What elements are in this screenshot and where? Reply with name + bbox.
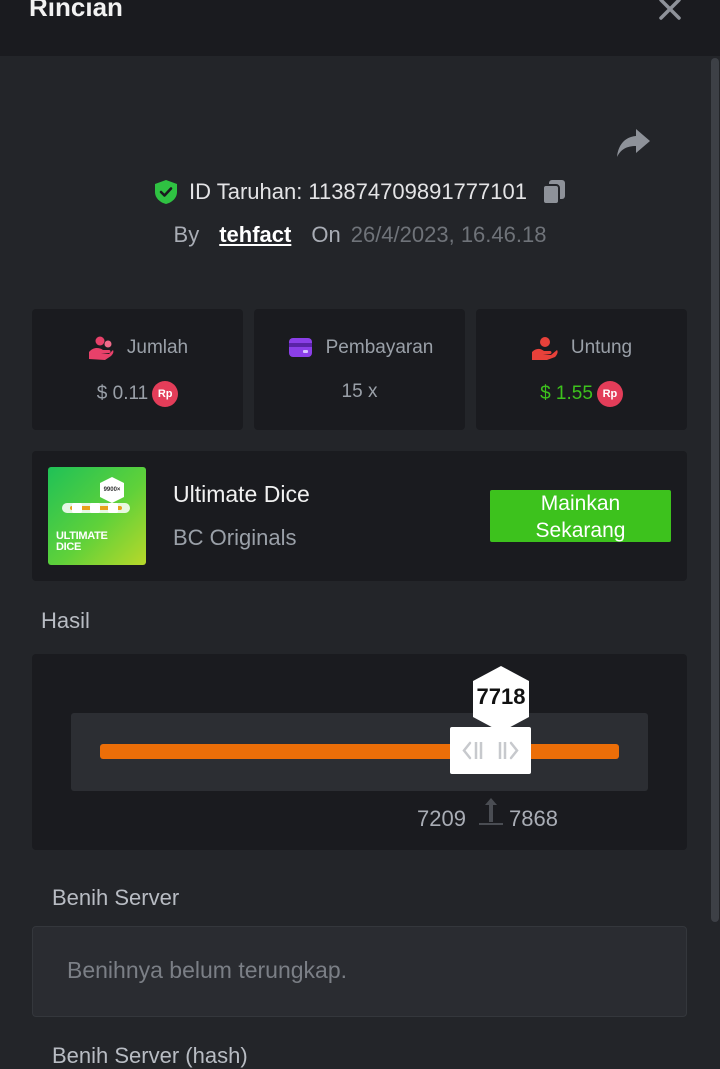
page-title: Rincian xyxy=(29,0,123,22)
stat-amount-value: $ 0.11 xyxy=(96,383,149,404)
result-panel: 7718 7209 7868 xyxy=(32,654,687,850)
server-seed-hash-label: Benih Server (hash) xyxy=(52,1043,248,1068)
result-label: Hasil xyxy=(41,608,90,633)
game-name: Ultimate Dice xyxy=(173,481,310,507)
by-label: By xyxy=(173,222,200,247)
on-label: On xyxy=(311,222,341,247)
multiplier-badge: 9900× xyxy=(103,487,121,493)
bet-meta-row: By tehfact On 26/4/2023, 16.46.18 xyxy=(0,216,720,254)
username-link[interactable]: tehfact xyxy=(219,222,291,248)
stat-profit-value: $ 1.55 xyxy=(540,383,593,404)
game-card: 9900× ULTIMATE DICE Ultimate Dice BC Ori… xyxy=(32,451,687,581)
bet-id-row: ID Taruhan: 113874709891777101 xyxy=(0,172,720,212)
game-logo: ULTIMATE DICE xyxy=(56,530,108,553)
range-arrow-icon xyxy=(479,798,503,825)
server-seed-value: Benihnya belum terungkap. xyxy=(67,957,348,983)
result-value: 7718 xyxy=(476,684,526,709)
range-high: 7868 xyxy=(509,806,558,831)
copy-icon[interactable] xyxy=(541,178,567,206)
currency-badge: Rp xyxy=(152,381,179,407)
wallet-icon xyxy=(288,338,312,357)
bet-id-label: ID Taruhan: xyxy=(189,179,303,204)
coins-icon xyxy=(88,336,114,360)
play-now-button[interactable]: Mainkan Sekarang xyxy=(490,490,671,542)
server-seed-label: Benih Server xyxy=(52,885,180,910)
bet-id-value: 113874709891777101 xyxy=(308,179,527,204)
stat-amount-label: Jumlah xyxy=(126,337,189,358)
stat-profit: Untung $ 1.55 Rp xyxy=(476,309,687,430)
share-icon[interactable] xyxy=(616,127,652,159)
hand-coin-icon xyxy=(531,337,558,360)
game-provider: BC Originals xyxy=(173,525,297,550)
stat-profit-label: Untung xyxy=(570,337,633,358)
server-seed-field[interactable]: Benihnya belum terungkap. xyxy=(32,926,687,1017)
slider-range-bar xyxy=(100,744,619,759)
stat-amount: Jumlah $ 0.11 Rp xyxy=(32,309,243,430)
top-bar: Rincian xyxy=(0,0,720,56)
bet-date: 26/4/2023, 16.46.18 xyxy=(350,222,547,247)
stat-payout-value: 15 x xyxy=(341,381,378,402)
stat-payout: Pembayaran 15 x xyxy=(254,309,465,430)
slider-handle[interactable] xyxy=(450,727,531,774)
range-low: 7209 xyxy=(417,806,466,831)
drag-handle-icon xyxy=(462,741,519,760)
close-icon[interactable] xyxy=(655,0,685,24)
verified-shield-icon xyxy=(155,180,178,204)
game-thumbnail[interactable]: 9900× ULTIMATE DICE xyxy=(48,467,146,565)
currency-badge: Rp xyxy=(596,381,623,407)
stat-payout-label: Pembayaran xyxy=(325,337,434,358)
